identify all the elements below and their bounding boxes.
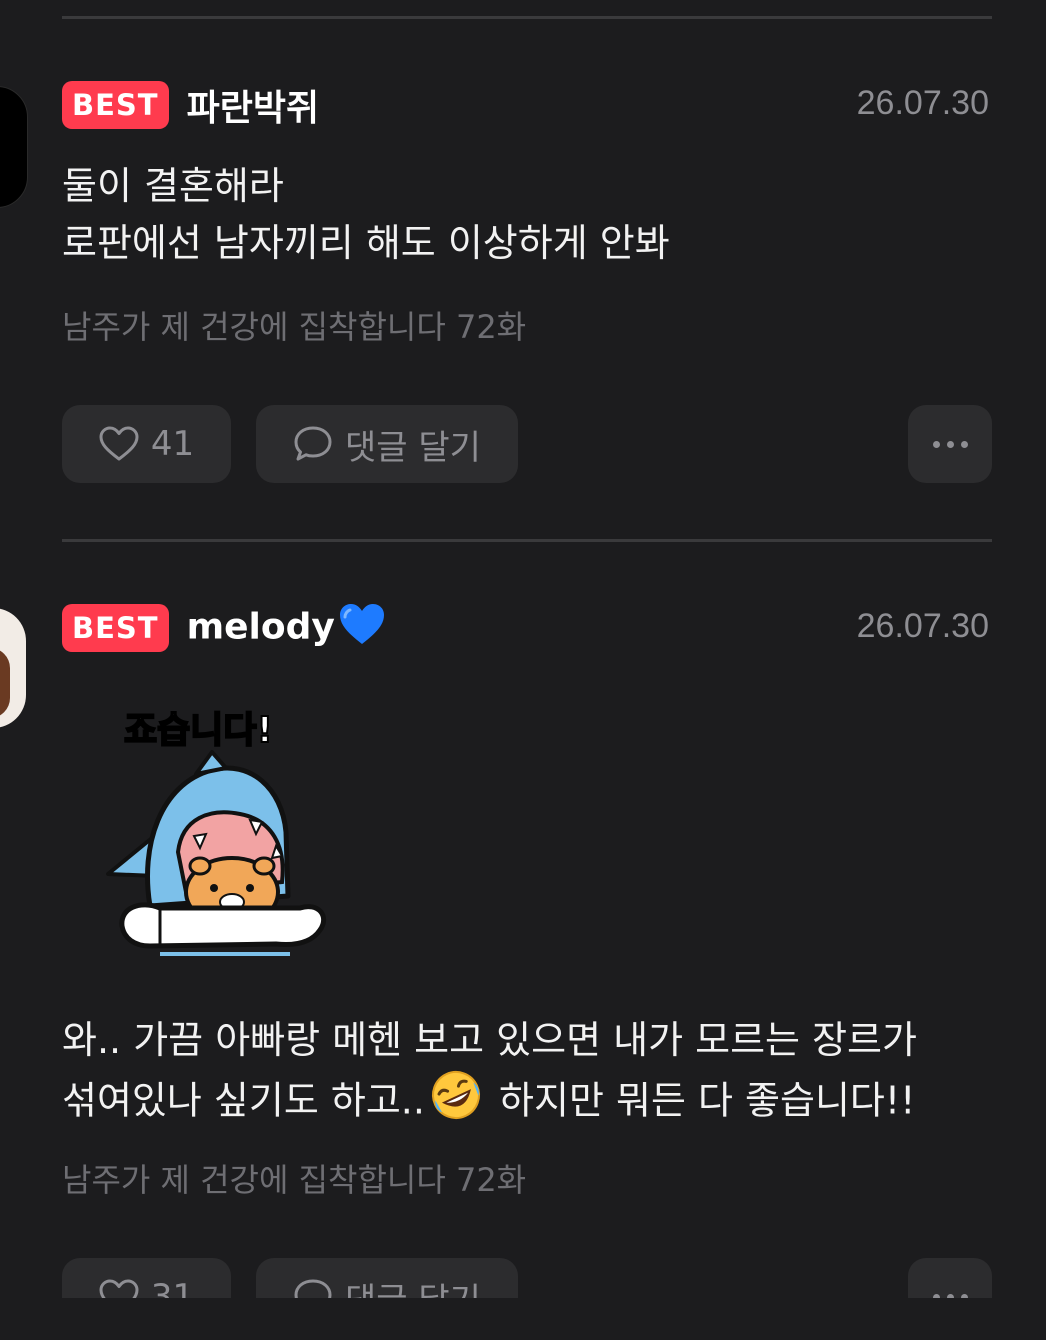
comment-header: BEST melody bbox=[62, 603, 387, 653]
avatar[interactable] bbox=[0, 608, 26, 728]
heart-icon bbox=[99, 426, 139, 462]
sticker-caption: 죠습니다! bbox=[124, 710, 273, 751]
comment-body: 와.. 가끔 아빠랑 메헨 보고 있으면 내가 모르는 장르가 섞여있나 싶기도… bbox=[62, 1012, 917, 1137]
comment-date: 26.07.30 bbox=[856, 607, 989, 645]
rolling-laughing-icon bbox=[429, 1069, 483, 1137]
comment-line-text: 하지만 뭐든 다 좋습니다!! bbox=[486, 1078, 916, 1123]
best-badge: BEST bbox=[62, 81, 169, 129]
speech-bubble-icon bbox=[293, 425, 333, 463]
episode-source[interactable]: 남주가 제 건강에 집착합니다 72화 bbox=[62, 1155, 526, 1201]
author-name[interactable]: melody bbox=[187, 601, 387, 656]
more-options-button[interactable] bbox=[908, 405, 992, 483]
shark-sticker: 죠습니다! bbox=[100, 696, 330, 960]
comment-line: 둘이 결혼해라 bbox=[62, 164, 284, 208]
divider bbox=[62, 539, 992, 542]
like-button[interactable]: 41 bbox=[62, 405, 231, 483]
reply-button[interactable]: 댓글 달기 bbox=[256, 405, 518, 483]
blue-heart-icon bbox=[337, 601, 387, 656]
comment-line-text: 섞여있나 싶기도 하고.. bbox=[62, 1078, 425, 1123]
like-count: 41 bbox=[150, 424, 195, 464]
divider bbox=[62, 16, 992, 19]
avatar[interactable] bbox=[0, 86, 28, 208]
more-dots-icon bbox=[932, 440, 968, 448]
viewport-edge bbox=[0, 1298, 1046, 1340]
comment-body: 둘이 결혼해라 로판에선 남자끼리 해도 이상하게 안봐 bbox=[62, 158, 670, 272]
episode-source[interactable]: 남주가 제 건강에 집착합니다 72화 bbox=[62, 302, 526, 348]
comment-line: 와.. 가끔 아빠랑 메헨 보고 있으면 내가 모르는 장르가 bbox=[62, 1018, 917, 1062]
author-name-text: melody bbox=[186, 606, 335, 647]
reply-label: 댓글 달기 bbox=[345, 427, 481, 468]
author-name[interactable]: 파란박쥐 bbox=[187, 79, 319, 131]
comment-line: 로판에선 남자끼리 해도 이상하게 안봐 bbox=[62, 221, 670, 265]
comment-line: 섞여있나 싶기도 하고.. 하지만 뭐든 다 좋습니다!! bbox=[62, 1069, 917, 1137]
comment-date: 26.07.30 bbox=[856, 84, 989, 122]
best-badge: BEST bbox=[62, 604, 169, 652]
comment-header: BEST 파란박쥐 bbox=[62, 80, 319, 130]
comment-list: BEST 파란박쥐 26.07.30 둘이 결혼해라 로판에선 남자끼리 해도 … bbox=[0, 0, 1046, 1340]
